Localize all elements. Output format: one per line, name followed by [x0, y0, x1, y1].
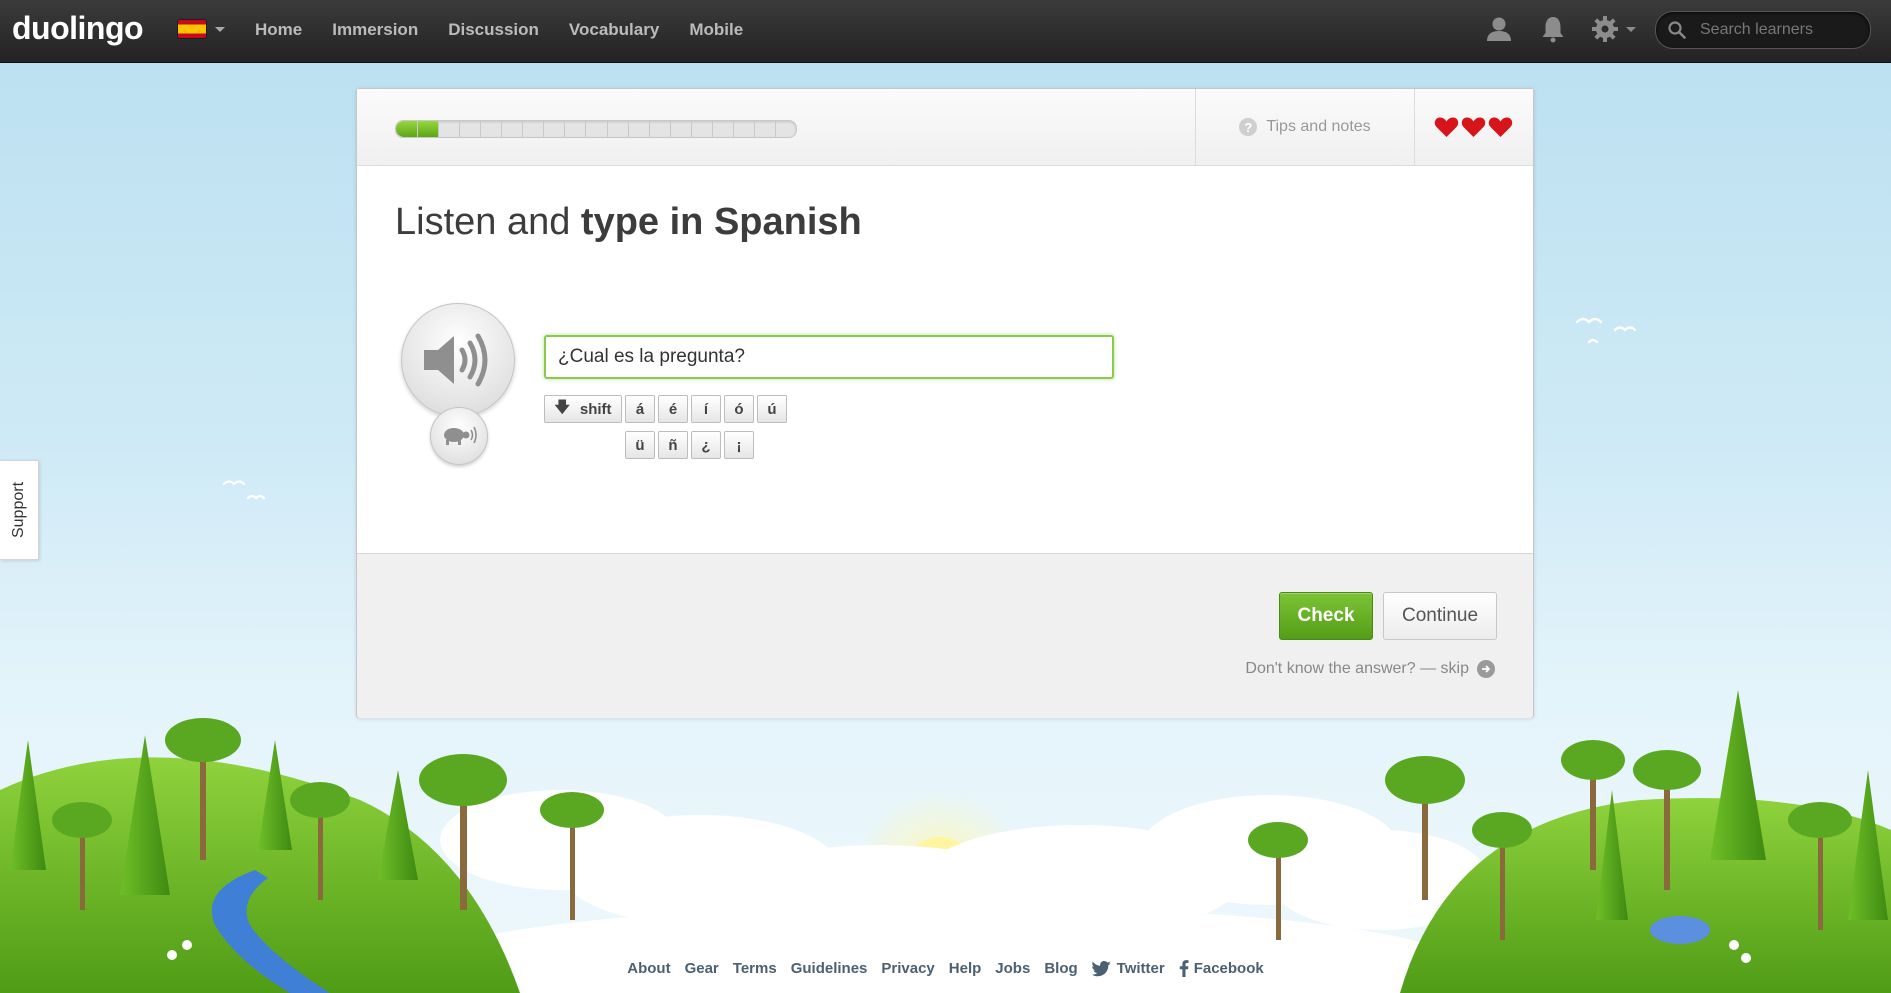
- turtle-icon: [444, 426, 477, 445]
- footer-about[interactable]: About: [627, 960, 670, 977]
- search-box[interactable]: [1655, 11, 1871, 49]
- exercise-prompt: Listen and type in Spanish: [395, 201, 862, 244]
- hearts-remaining: [1413, 89, 1533, 165]
- footer-terms[interactable]: Terms: [733, 960, 777, 977]
- twitter-icon: [1091, 960, 1111, 976]
- heart-icon: [1488, 117, 1512, 137]
- check-button[interactable]: Check: [1279, 592, 1373, 640]
- footer-help[interactable]: Help: [949, 960, 982, 977]
- notifications-bell-icon[interactable]: [1538, 14, 1568, 44]
- progress-segment: [396, 121, 776, 137]
- arrow-right-icon: [1477, 660, 1495, 678]
- skip-label: Don't know the answer? — skip: [1245, 660, 1469, 677]
- key-e-acute[interactable]: é: [658, 395, 688, 423]
- answer-input[interactable]: [544, 335, 1114, 379]
- question-mark-icon: ?: [1239, 118, 1258, 136]
- support-label: Support: [10, 481, 27, 539]
- skip-link[interactable]: Don't know the answer? — skip: [1245, 660, 1495, 678]
- heart-icon: [1434, 117, 1458, 137]
- support-tab[interactable]: Support: [0, 460, 39, 560]
- main-nav: Home Immersion Discussion Vocabulary Mob…: [255, 20, 773, 40]
- landscape-illustration: [0, 690, 1891, 993]
- shift-arrow-icon: 🡇: [554, 398, 570, 416]
- twitter-label: Twitter: [1116, 960, 1165, 977]
- key-u-acute[interactable]: ú: [757, 395, 787, 423]
- shift-label: shift: [579, 400, 612, 418]
- key-o-acute[interactable]: ó: [724, 395, 754, 423]
- continue-button[interactable]: Continue: [1383, 592, 1497, 640]
- nav-discussion[interactable]: Discussion: [448, 20, 539, 40]
- key-a-acute[interactable]: á: [625, 395, 655, 423]
- settings-chevron-down-icon[interactable]: [1626, 27, 1636, 32]
- footer-guidelines[interactable]: Guidelines: [791, 960, 868, 977]
- key-u-umlaut[interactable]: ü: [625, 431, 655, 459]
- tips-and-notes-button[interactable]: ? Tips and notes: [1195, 89, 1415, 165]
- footer-links: About Gear Terms Guidelines Privacy Help…: [0, 960, 1891, 977]
- top-navigation-bar: duolingo Home Immersion Discussion Vocab…: [0, 0, 1891, 63]
- search-input[interactable]: [1698, 20, 1862, 40]
- shift-key[interactable]: 🡇 shift: [544, 395, 622, 423]
- birds-right: [1575, 317, 1637, 344]
- footer-jobs[interactable]: Jobs: [995, 960, 1030, 977]
- settings-gear-icon[interactable]: [1590, 14, 1620, 44]
- key-inverted-question[interactable]: ¿: [691, 431, 721, 459]
- footer-blog[interactable]: Blog: [1044, 960, 1077, 977]
- profile-icon[interactable]: [1484, 14, 1514, 44]
- play-slow-audio-button[interactable]: [430, 407, 488, 465]
- key-inverted-exclamation[interactable]: ¡: [724, 431, 754, 459]
- footer-twitter[interactable]: Twitter: [1091, 960, 1165, 977]
- nav-immersion[interactable]: Immersion: [332, 20, 418, 40]
- facebook-label: Facebook: [1193, 960, 1264, 977]
- mascot-creature: [1650, 916, 1710, 944]
- chevron-down-icon[interactable]: [215, 27, 225, 32]
- key-n-tilde[interactable]: ñ: [658, 431, 688, 459]
- birds-left: [222, 480, 266, 500]
- search-icon: [1668, 21, 1686, 39]
- facebook-icon: [1179, 960, 1189, 977]
- play-audio-button[interactable]: [401, 303, 515, 417]
- speaker-icon: [424, 333, 488, 387]
- footer-gear[interactable]: Gear: [685, 960, 719, 977]
- spanish-flag-icon[interactable]: [178, 20, 206, 38]
- nav-home[interactable]: Home: [255, 20, 302, 40]
- prompt-bold-text: type in Spanish: [580, 201, 862, 243]
- footer-privacy[interactable]: Privacy: [881, 960, 934, 977]
- nav-mobile[interactable]: Mobile: [689, 20, 743, 40]
- footer-facebook[interactable]: Facebook: [1179, 960, 1264, 977]
- nav-vocabulary[interactable]: Vocabulary: [569, 20, 659, 40]
- lesson-card: ? Tips and notes Listen and type in Span…: [356, 88, 1534, 718]
- prompt-normal-text: Listen and: [395, 201, 581, 243]
- duolingo-logo[interactable]: duolingo: [12, 10, 144, 47]
- heart-icon: [1461, 117, 1485, 137]
- lesson-progress-bar: [395, 120, 797, 138]
- lesson-header: ? Tips and notes: [357, 89, 1533, 166]
- tips-label: Tips and notes: [1266, 118, 1371, 135]
- key-i-acute[interactable]: í: [691, 395, 721, 423]
